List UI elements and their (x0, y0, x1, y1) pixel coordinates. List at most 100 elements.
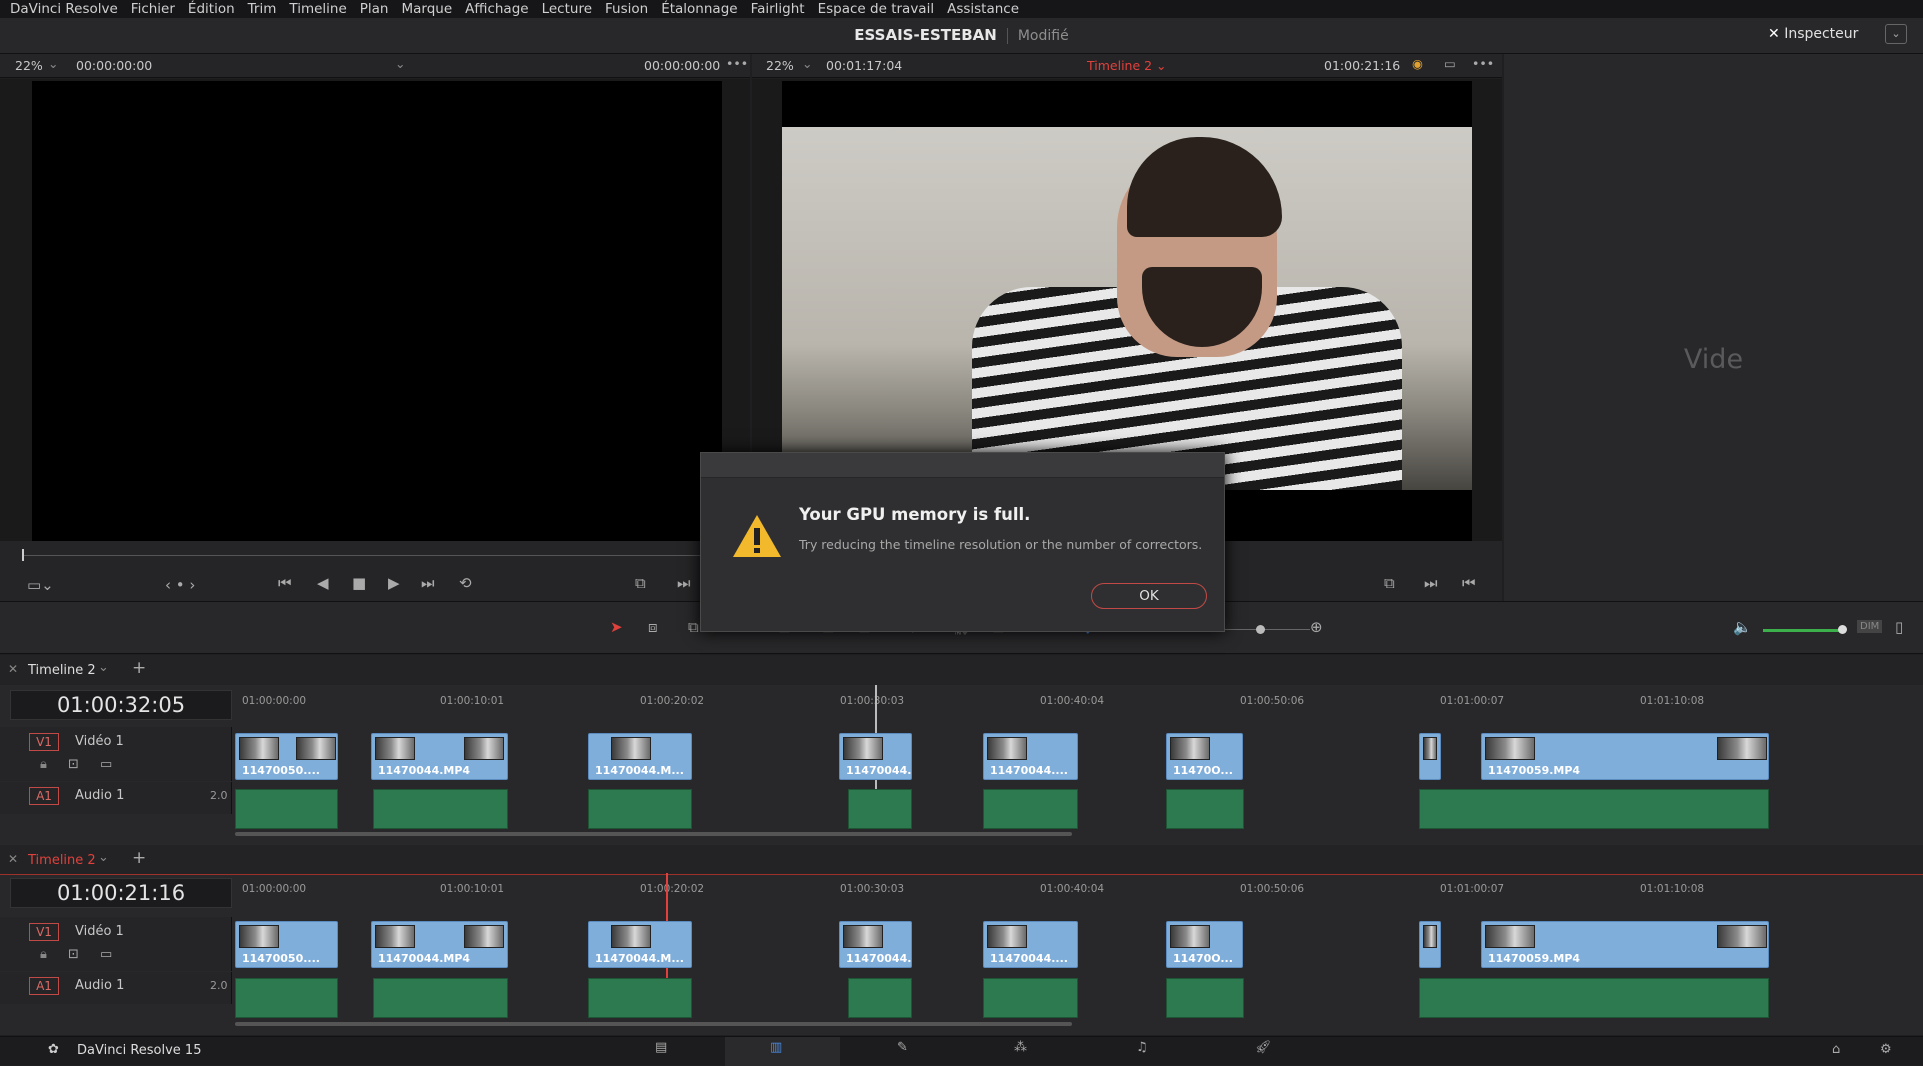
clip[interactable]: 11470044.MP4 (371, 733, 508, 780)
match-frame-icon[interactable]: ⧉ (635, 574, 646, 592)
more-icon[interactable]: ••• (726, 56, 748, 71)
stop-icon[interactable]: ■ (352, 574, 366, 592)
source-scrubber[interactable] (22, 555, 722, 556)
menu-fusion[interactable]: Fusion (605, 1, 648, 17)
menu-assistance[interactable]: Assistance (947, 1, 1019, 17)
audio-clip[interactable] (588, 789, 692, 829)
audio-clip[interactable] (1419, 789, 1769, 829)
tab-timeline-top[interactable]: Timeline 2 (28, 663, 96, 678)
clip[interactable] (1419, 733, 1441, 780)
clip[interactable] (1419, 921, 1441, 968)
jog-icon[interactable]: ‹ • › (165, 576, 195, 594)
menu-fairlight[interactable]: Fairlight (751, 1, 805, 17)
lock-icon[interactable]: 🔒︎ (40, 947, 47, 962)
audio-clip[interactable] (588, 978, 692, 1018)
menu-timeline[interactable]: Timeline (289, 1, 346, 17)
volume-handle[interactable] (1838, 625, 1847, 634)
close-icon[interactable]: ✕ (8, 662, 18, 676)
menu-marque[interactable]: Marque (402, 1, 453, 17)
zoom-slider-handle[interactable] (1256, 625, 1265, 634)
zoom-in-icon[interactable]: ⊕ (1310, 618, 1323, 636)
chevron-down-icon[interactable]: ⌄ (98, 660, 109, 675)
volume-slider[interactable] (1763, 629, 1843, 632)
step-back-icon[interactable]: ◀ (317, 574, 329, 592)
audio-clip[interactable] (983, 978, 1078, 1018)
disable-video-icon[interactable]: ▭ (100, 947, 112, 962)
track-tag-a1[interactable]: A1 (29, 977, 59, 995)
audio-clip[interactable] (235, 978, 338, 1018)
timeline-name-dropdown[interactable]: Timeline 2 ⌄ (1087, 58, 1167, 73)
clip[interactable]: 11470059.MP4 (1481, 921, 1769, 968)
menu-espace-de-travail[interactable]: Espace de travail (818, 1, 934, 17)
selection-tool-icon[interactable]: ➤ (610, 618, 623, 636)
fusion-page-icon[interactable]: ✎ (897, 1040, 908, 1055)
source-zoom[interactable]: 22% (15, 58, 43, 73)
audio-clip[interactable] (848, 789, 912, 829)
menu-trim[interactable]: Trim (248, 1, 277, 17)
play-icon[interactable]: ▶ (388, 574, 400, 592)
clip[interactable]: 11470044.MP4 (371, 921, 508, 968)
timeline-zoom[interactable]: 22% (766, 58, 794, 73)
audio-clip[interactable] (1166, 978, 1244, 1018)
previous-clip-icon[interactable]: ⏮ (1462, 574, 1476, 592)
display-icon[interactable]: ▭⌄ (27, 576, 54, 594)
add-timeline-icon[interactable]: + (132, 658, 146, 678)
menu-etalonnage[interactable]: Étalonnage (661, 1, 737, 17)
dynamic-trim-icon[interactable]: ⧉ (688, 618, 699, 636)
panel-icon[interactable]: ▯ (1895, 618, 1903, 636)
loop-icon[interactable]: ⟲ (459, 574, 472, 592)
clip[interactable]: 11470O... (1166, 733, 1243, 780)
menu-edition[interactable]: Édition (188, 1, 235, 17)
ok-button[interactable]: OK (1091, 583, 1207, 609)
audio-clip[interactable] (235, 789, 338, 829)
disable-video-icon[interactable]: ▭ (100, 757, 112, 772)
track-tag-v1[interactable]: V1 (29, 733, 59, 751)
clip[interactable]: 11470044.... (839, 921, 912, 968)
audio-clip[interactable] (848, 978, 912, 1018)
media-page-icon[interactable]: ▤ (655, 1040, 667, 1055)
menu-affichage[interactable]: Affichage (465, 1, 528, 17)
track-tag-a1[interactable]: A1 (29, 787, 59, 805)
audio-clip[interactable] (373, 978, 508, 1018)
volume-icon[interactable]: 🔈 (1733, 618, 1752, 636)
edit-page-tab[interactable]: ▥ (725, 1037, 840, 1066)
ruler-bottom[interactable]: 01:00:00:00 01:00:10:01 01:00:20:02 01:0… (235, 873, 1907, 899)
audio-clip[interactable] (983, 789, 1078, 829)
clip[interactable]: 11470044.... (983, 733, 1078, 780)
tab-timeline-bottom[interactable]: Timeline 2 (28, 853, 96, 868)
menu-lecture[interactable]: Lecture (542, 1, 592, 17)
source-viewer[interactable] (32, 81, 722, 541)
source-playhead[interactable] (22, 549, 24, 561)
add-timeline-icon[interactable]: + (132, 848, 146, 868)
color-wheel-icon[interactable]: ◉ (1412, 56, 1423, 71)
color-page-icon[interactable]: ⁂ (1014, 1040, 1027, 1055)
track-tag-v1[interactable]: V1 (29, 923, 59, 941)
match-frame-icon[interactable]: ⧉ (1384, 574, 1395, 592)
menu-fichier[interactable]: Fichier (131, 1, 175, 17)
clip[interactable]: 11470044.... (839, 733, 912, 780)
chevron-down-icon[interactable]: ⌄ (48, 56, 58, 71)
lock-icon[interactable]: 🔒︎ (40, 757, 47, 772)
menu-davinci[interactable]: DaVinci Resolve (10, 1, 118, 17)
menu-plan[interactable]: Plan (360, 1, 389, 17)
chevron-down-icon[interactable]: ⌄ (98, 850, 109, 865)
next-icon[interactable]: ⏭ (677, 574, 691, 592)
ruler-top[interactable]: 01:00:00:00 01:00:10:01 01:00:20:02 01:0… (235, 685, 1907, 711)
chevron-down-icon[interactable]: ⌄ (395, 56, 405, 71)
fairlight-page-icon[interactable]: ♫ (1136, 1040, 1148, 1055)
clip[interactable]: 11470O... (1166, 921, 1243, 968)
more-icon[interactable]: ••• (1472, 56, 1494, 71)
trim-tool-icon[interactable]: ⧈ (648, 618, 658, 636)
clip[interactable]: 11470059.MP4 (1481, 733, 1769, 780)
clip[interactable]: 11470044.M... (588, 921, 692, 968)
home-icon[interactable]: ⌂ (1832, 1042, 1840, 1057)
dim-button[interactable]: DIM (1857, 620, 1883, 633)
clip[interactable]: 11470044.... (983, 921, 1078, 968)
inspector-button[interactable]: ✕ Inspecteur (1768, 26, 1858, 42)
auto-select-icon[interactable]: ⊡ (68, 757, 79, 772)
viewer-mode-icon[interactable]: ▭ (1444, 56, 1456, 71)
chevron-down-icon[interactable]: ⌄ (802, 56, 812, 71)
close-icon[interactable]: ✕ (8, 852, 18, 866)
gear-icon[interactable]: ⚙ (1880, 1042, 1892, 1057)
auto-select-icon[interactable]: ⊡ (68, 947, 79, 962)
